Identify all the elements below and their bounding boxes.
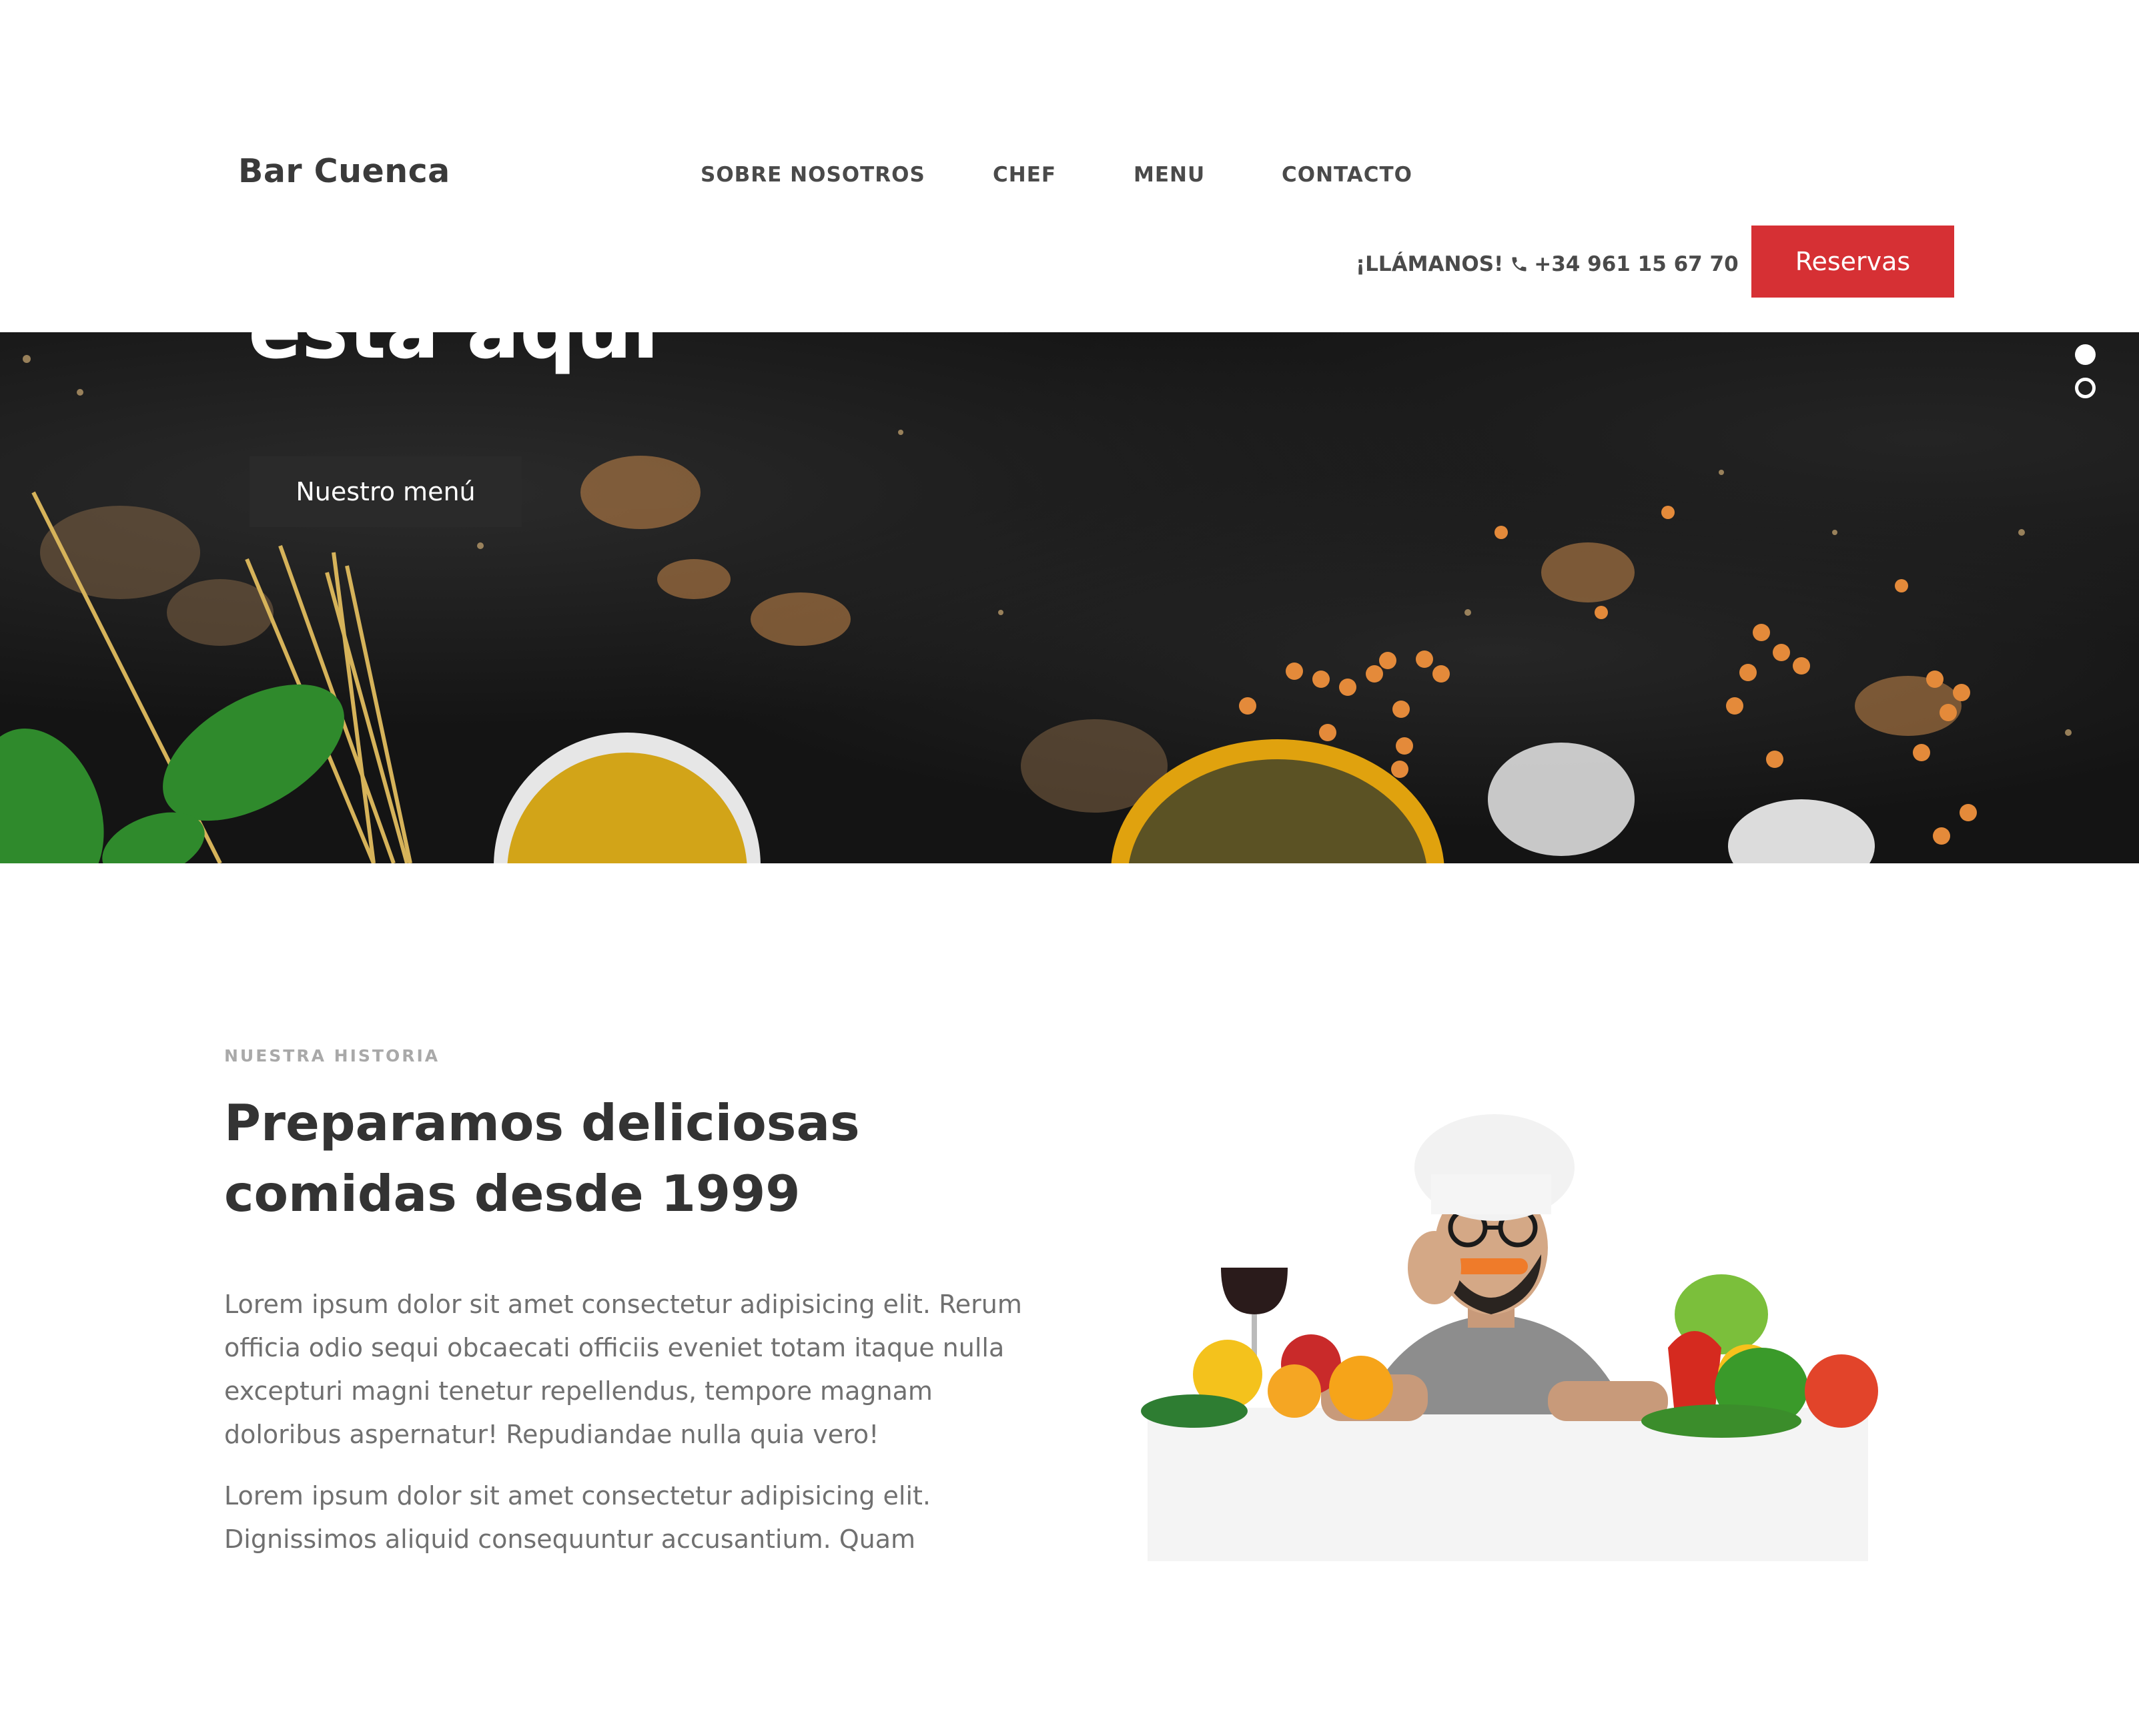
section-eyebrow: NUESTRA HISTORIA bbox=[224, 1046, 440, 1065]
section-paragraph-2: Lorem ipsum dolor sit amet consectetur a… bbox=[224, 1481, 931, 1554]
call-us[interactable]: ¡LLÁMANOS! +34 961 15 67 70 bbox=[1356, 252, 1739, 276]
hero-slider: está aquí Nuestro menú bbox=[0, 332, 2139, 863]
nav-item-chef[interactable]: CHEF bbox=[993, 163, 1056, 187]
main-nav: SOBRE NOSOTROS CHEF MENU CONTACTO bbox=[0, 163, 2139, 189]
phone-number: +34 961 15 67 70 bbox=[1534, 252, 1739, 276]
slider-dot-1[interactable] bbox=[2075, 344, 2096, 365]
site-header: Bar Cuenca SOBRE NOSOTROS CHEF MENU CONT… bbox=[0, 0, 2139, 332]
call-label: ¡LLÁMANOS! bbox=[1356, 252, 1504, 276]
section-title: Preparamos deliciosas comidas desde 1999 bbox=[224, 1094, 860, 1223]
chef-image bbox=[1121, 1094, 1895, 1575]
nuestro-menu-button[interactable]: Nuestro menú bbox=[250, 456, 522, 527]
hero-food-image bbox=[0, 355, 2072, 863]
nav-item-sobre-nosotros[interactable]: SOBRE NOSOTROS bbox=[701, 163, 925, 187]
section-paragraph-1: Lorem ipsum dolor sit amet consectetur a… bbox=[224, 1290, 1022, 1449]
phone-icon bbox=[1510, 254, 1529, 274]
reservas-button[interactable]: Reservas bbox=[1751, 226, 1954, 298]
slider-dot-2[interactable] bbox=[2075, 378, 2096, 398]
nav-item-menu[interactable]: MENU bbox=[1134, 163, 1205, 187]
hero-title: está aquí bbox=[248, 332, 659, 370]
nav-item-contacto[interactable]: CONTACTO bbox=[1282, 163, 1412, 187]
